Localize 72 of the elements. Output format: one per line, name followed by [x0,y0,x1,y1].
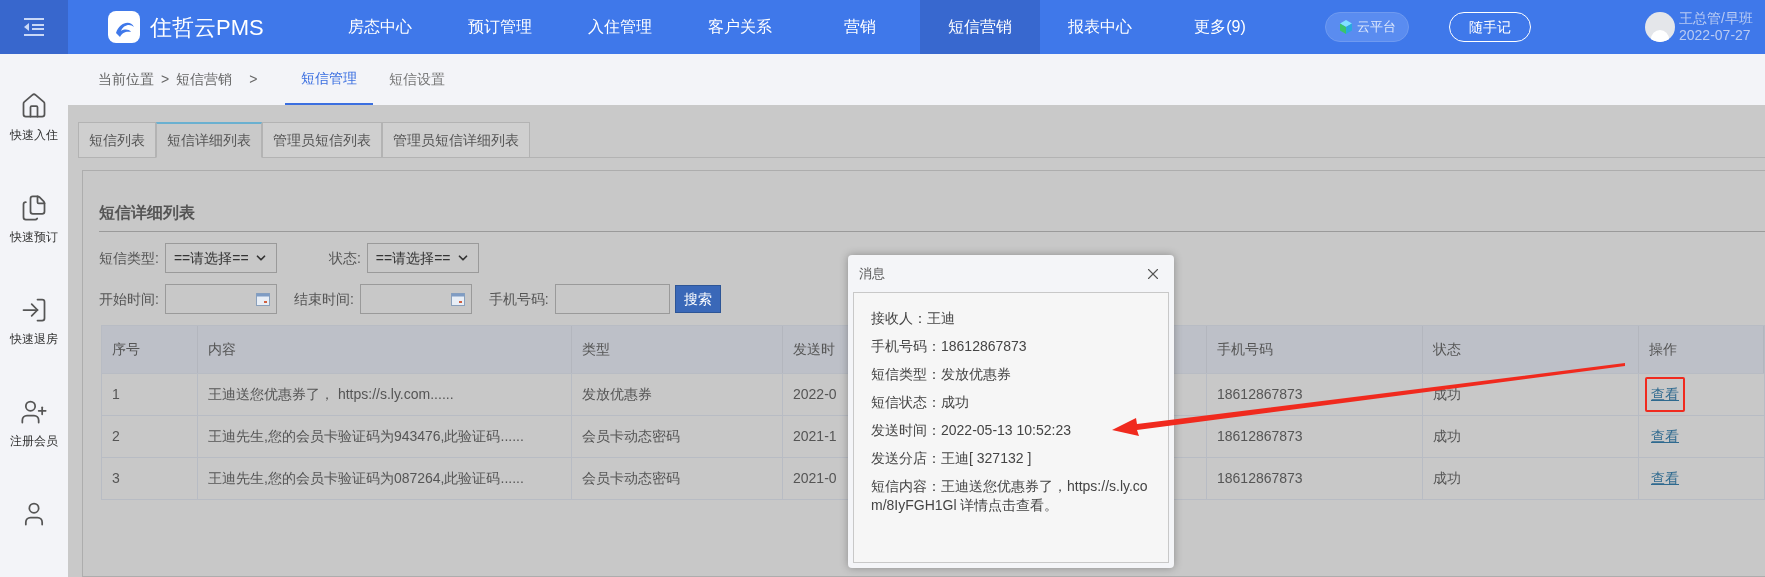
column-header: 内容 [198,326,572,373]
nav-tab[interactable]: 短信营销 [920,0,1040,54]
sub-tab[interactable]: 管理员短信列表 [262,122,382,158]
house-icon [20,92,48,120]
breadcrumb-item: > [161,70,170,89]
date-field[interactable] [359,284,472,314]
nav-tab[interactable]: 预订管理 [440,0,560,54]
column-header: 手机号码 [1207,326,1423,373]
avatar [1645,12,1675,42]
nav-tab[interactable]: 入住管理 [560,0,680,54]
date-field[interactable] [164,284,277,314]
table-cell: 王迪先生,您的会员卡验证码为943476,此验证码...... [198,416,572,457]
nav-tab[interactable]: 更多(9) [1160,0,1280,54]
table-cell: 王迪送您优惠券了， https://s.ly.com...... [198,374,572,415]
calendar-icon [255,292,270,306]
document-icon [20,194,48,222]
search-button[interactable]: 搜索 [674,285,721,313]
filter-label: 状态: [328,248,361,268]
table-cell: 成功 [1423,416,1639,457]
cube-icon [1338,19,1354,35]
sub-tab[interactable]: 短信详细列表 [156,122,262,158]
cloud-platform-button[interactable]: 云平台 [1325,12,1409,42]
filter-label: 结束时间: [293,289,354,309]
nav-tab[interactable]: 报表中心 [1040,0,1160,54]
filter-label: 手机号码: [488,289,549,309]
sidebar-item[interactable]: 快速退房 [10,296,58,348]
table-cell: 会员卡动态密码 [572,458,783,499]
message-line: 手机号码：18612867873 [871,337,1028,356]
column-header: 操作 [1639,326,1764,373]
logo-text: 住哲云PMS [150,13,265,42]
table-cell: 2 [102,416,198,457]
nav-tab[interactable]: 房态中心 [320,0,440,54]
table-cell: 成功 [1423,458,1639,499]
table-cell: 发放优惠券 [572,374,783,415]
panel-title: 短信详细列表 [99,204,195,221]
user-plus-icon [20,398,48,426]
select-field[interactable]: ==请选择== [366,243,479,273]
sidebar-item[interactable]: 快速入住 [10,92,58,144]
sidebar-item[interactable]: 注册会员 [10,398,58,450]
phone-input[interactable] [554,284,670,314]
calendar-icon [450,292,465,306]
table-cell: 1 [102,374,198,415]
login-date: 2022-07-27 [1679,27,1752,44]
breadcrumb-item: 短信营销 [176,70,233,89]
filter-label: 短信类型: [99,248,159,268]
breadcrumb-item: 当前位置 [98,70,154,89]
message-line: 接收人：王迪 [871,309,956,328]
menu-icon [22,18,46,36]
table-cell: 18612867873 [1207,458,1423,499]
table-cell: 3 [102,458,198,499]
message-line: 短信状态：成功 [871,393,970,412]
sub-tab[interactable]: 管理员短信详细列表 [382,122,530,158]
user-name: 王总管/早班 [1679,10,1753,27]
table-cell: 王迪先生,您的会员卡验证码为087264,此验证码...... [198,458,572,499]
view-link[interactable]: 查看 [1651,428,1679,444]
filter-label: 开始时间: [99,289,159,309]
column-header: 类型 [572,326,783,373]
sidebar-item[interactable]: 快速预订 [10,194,58,246]
dialog-title: 消息 [859,264,885,283]
breadcrumb-item: > [249,70,258,89]
nav-tab[interactable]: 营销 [800,0,920,54]
view-link[interactable]: 查看 [1651,386,1679,402]
table-cell: 会员卡动态密码 [572,416,783,457]
logo-icon [108,11,140,43]
select-field[interactable]: ==请选择== [164,243,277,273]
page-tab[interactable]: 短信设置 [373,54,461,105]
message-line: 发送时间：2022-05-13 10:52:23 [871,421,1072,440]
sub-tab[interactable]: 短信列表 [78,122,156,158]
view-link[interactable]: 查看 [1651,470,1679,486]
column-header: 序号 [102,326,198,373]
menu-toggle-button[interactable] [0,0,68,54]
nav-tab[interactable]: 客户关系 [680,0,800,54]
